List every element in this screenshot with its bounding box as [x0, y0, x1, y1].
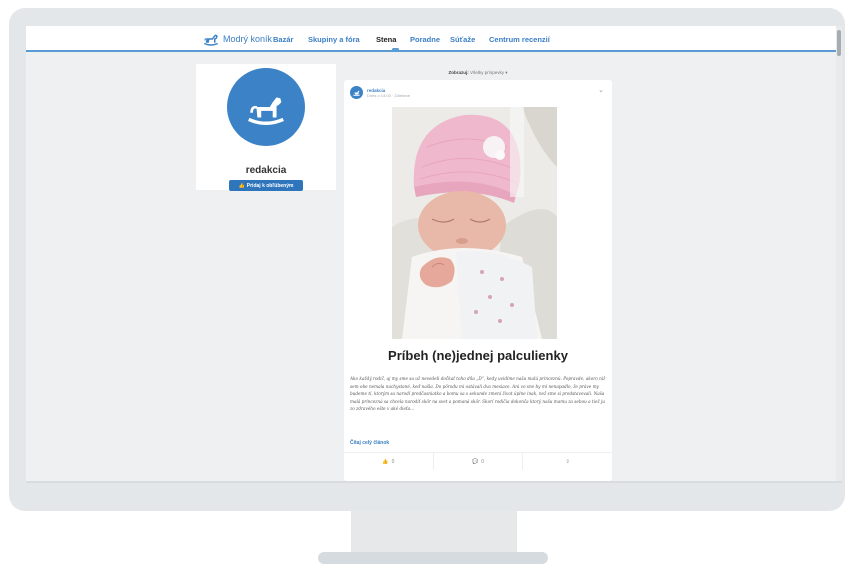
nav-stena[interactable]: Stena — [376, 35, 396, 44]
avatar[interactable] — [227, 68, 305, 146]
sort-filter[interactable]: Zobrazuj: Všetky príspevky ▾ — [344, 70, 612, 76]
post-actions: 👍 0 💬 0 ⇪ — [344, 452, 612, 470]
post-title[interactable]: Príbeh (ne)jednej palculienky — [344, 348, 612, 363]
newborn-photo — [392, 107, 557, 339]
browser-viewport: Modrý koník Bazár Skupiny a fóra Stena P… — [26, 26, 842, 481]
post-time: Dnes o 14:00 · Zdieľané — [367, 92, 410, 98]
follow-button-label: Pridaj k obľúbeným — [246, 182, 294, 189]
monitor-bezel-line — [26, 481, 842, 483]
monitor-base — [318, 552, 548, 564]
read-more-link[interactable]: Čítaj celý článok — [350, 440, 389, 446]
post-options-chevron-icon[interactable]: ⌄ — [598, 86, 604, 94]
nav-poradne[interactable]: Poradne — [410, 35, 440, 44]
comment-count: 0 — [481, 458, 485, 465]
excerpt-fade — [344, 418, 612, 436]
share-icon: ⇪ — [565, 458, 570, 465]
sort-label: Zobrazuj: — [448, 70, 469, 75]
logo-text: Modrý koník — [223, 34, 273, 44]
rocking-horse-icon — [352, 90, 361, 96]
avatar-frame — [222, 64, 310, 152]
like-count: 0 — [391, 458, 395, 465]
follow-button[interactable]: 👍 Pridaj k obľúbeným — [229, 180, 303, 191]
thumbs-up-icon: 👍 — [238, 182, 245, 189]
chevron-down-icon: ▾ — [505, 70, 508, 75]
top-navigation: Modrý koník Bazár Skupiny a fóra Stena P… — [26, 26, 836, 52]
author-avatar[interactable] — [350, 86, 363, 99]
rocking-horse-icon — [203, 34, 219, 46]
post-card: redakcia Dnes o 14:00 · Zdieľané ⌄ Príbe… — [344, 80, 612, 481]
monitor-stand — [351, 511, 517, 555]
site-logo[interactable]: Modrý koník — [202, 32, 272, 46]
share-button[interactable]: ⇪ — [523, 453, 612, 470]
comment-button[interactable]: 💬 0 — [434, 453, 524, 470]
thumbs-up-icon: 👍 — [382, 458, 389, 465]
profile-name: redakcia — [245, 165, 287, 176]
profile-card: redakcia 👍 Pridaj k obľúbeným — [196, 64, 336, 191]
nav-skupiny[interactable]: Skupiny a fóra — [308, 35, 360, 44]
rocking-horse-icon — [248, 97, 284, 125]
scrollbar[interactable] — [836, 26, 842, 481]
scrollbar-thumb[interactable] — [837, 30, 841, 56]
like-button[interactable]: 👍 0 — [344, 453, 434, 470]
nav-centrum-recenzii[interactable]: Centrum recenzií — [489, 35, 550, 44]
nav-sutaze[interactable]: Súťaže — [450, 35, 475, 44]
comment-icon: 💬 — [472, 458, 479, 465]
active-tab-indicator — [392, 48, 399, 51]
sort-value: Všetky príspevky — [469, 70, 504, 75]
post-photo[interactable] — [392, 107, 557, 339]
post-meta: redakcia Dnes o 14:00 · Zdieľané — [367, 88, 410, 98]
nav-bazar[interactable]: Bazár — [273, 35, 293, 44]
post-header: redakcia Dnes o 14:00 · Zdieľané — [350, 86, 410, 99]
monitor-frame: Modrý koník Bazár Skupiny a fóra Stena P… — [9, 8, 845, 511]
